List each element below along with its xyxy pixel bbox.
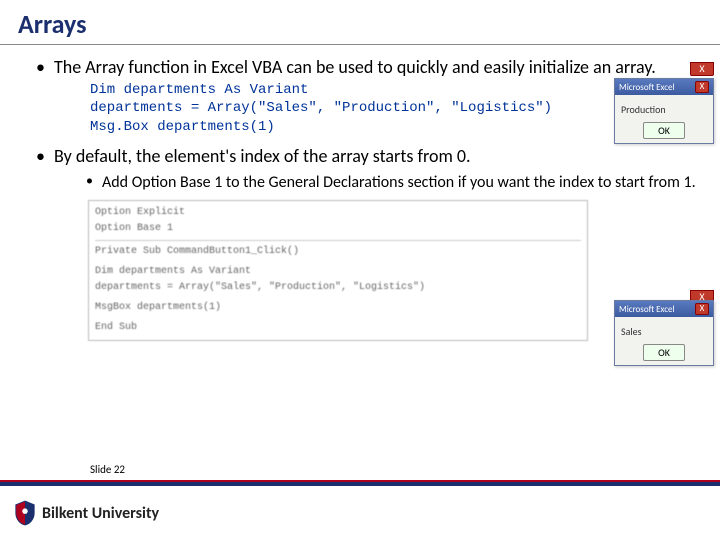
messagebox-buttons: OK	[615, 120, 713, 143]
bullet-item: The Array function in Excel VBA can be u…	[38, 55, 702, 136]
messagebox-buttons: OK	[615, 342, 713, 365]
sub-bullet-text: Add Option Base 1 to the General Declara…	[102, 173, 696, 192]
close-icon[interactable]: X	[695, 81, 709, 93]
ide-screenshot: Option Explicit Option Base 1 Private Su…	[88, 200, 588, 341]
bullet-item: By default, the element's index of the a…	[38, 144, 702, 341]
ide-line: End Sub	[95, 320, 581, 336]
title-rule	[0, 44, 720, 45]
slide-number: Slide 22	[90, 463, 125, 476]
ok-button[interactable]: OK	[643, 122, 685, 139]
ide-line: Option Explicit	[95, 205, 581, 221]
messagebox-titlebar: Microsoft Excel X	[615, 301, 713, 317]
messagebox-title: Microsoft Excel	[619, 304, 675, 315]
slide-body: The Array function in Excel VBA can be u…	[0, 53, 720, 341]
university-logo: Bilkent University	[14, 500, 159, 526]
crest-icon	[14, 500, 36, 526]
ide-line: Dim departments As Variant	[95, 264, 581, 280]
close-icon[interactable]: X	[695, 303, 709, 315]
ok-button[interactable]: OK	[643, 344, 685, 361]
messagebox-titlebar: Microsoft Excel X	[615, 79, 713, 95]
ide-line: MsgBox departments(1)	[95, 300, 581, 316]
messagebox-1: Microsoft Excel X Production OK	[614, 78, 714, 144]
bullet-text: By default, the element's index of the a…	[54, 145, 471, 167]
sub-bullet-item: Add Option Base 1 to the General Declara…	[86, 172, 702, 194]
sub-bullet-list: Add Option Base 1 to the General Declara…	[54, 172, 702, 194]
university-name: Bilkent University	[42, 504, 159, 523]
code-block-1: Dim departments As Variant departments =…	[54, 81, 702, 136]
ide-separator	[95, 240, 581, 241]
messagebox-body: Production	[615, 95, 713, 120]
footer: Bilkent University	[0, 486, 720, 540]
ide-line: Private Sub CommandButton1_Click()	[95, 244, 581, 260]
slide-header: Arrays	[0, 0, 720, 44]
messagebox-body: Sales	[615, 317, 713, 342]
messagebox-title: Microsoft Excel	[619, 82, 675, 93]
slide-title: Arrays	[18, 8, 702, 40]
ide-line: Option Base 1	[95, 221, 581, 237]
ide-line: departments = Array("Sales", "Production…	[95, 280, 581, 296]
bullet-list: The Array function in Excel VBA can be u…	[18, 55, 702, 341]
messagebox-2: Microsoft Excel X Sales OK	[614, 300, 714, 366]
bullet-text: The Array function in Excel VBA can be u…	[54, 56, 656, 78]
